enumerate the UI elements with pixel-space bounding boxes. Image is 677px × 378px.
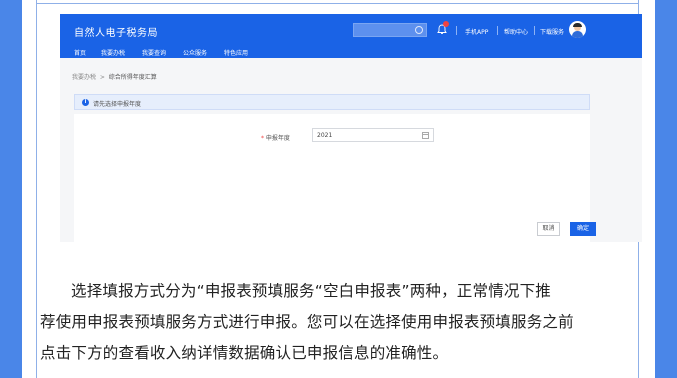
portal-header: 自然人电子税务局 手机APP 帮助中心 下载服务 首页 我要办税 我要查询 公众…: [60, 14, 642, 58]
breadcrumb: 我要办税 > 综合所得年度汇算: [72, 72, 157, 81]
help-center-link[interactable]: 帮助中心: [504, 27, 528, 36]
form-panel: * 申报年度 2021 取消 确定: [74, 114, 596, 242]
breadcrumb-current: 综合所得年度汇算: [108, 74, 157, 81]
confirm-button[interactable]: 确定: [570, 222, 596, 236]
article-paragraph: 选择填报方式分为“申报表预填服务“空白申报表”两种，正常情况下推 荐使用申报表预…: [40, 276, 640, 369]
nav-home[interactable]: 首页: [74, 48, 86, 57]
notice-bar: i 请先选择申报年度: [74, 94, 590, 110]
breadcrumb-parent[interactable]: 我要办税: [72, 74, 96, 81]
year-field-label: * 申报年度: [261, 133, 290, 142]
header-separator: [497, 26, 498, 35]
calendar-icon[interactable]: [422, 132, 429, 139]
download-service-link[interactable]: 下载服务: [540, 27, 564, 36]
paragraph-line: 点击下方的查看收入纳详情数据确认已申报信息的准确性。: [40, 344, 449, 362]
notification-badge: [443, 21, 449, 27]
header-separator: [534, 26, 535, 35]
nav-public-service[interactable]: 公众服务: [183, 48, 207, 57]
mobile-app-link[interactable]: 手机APP: [465, 27, 488, 36]
nav-do-tax[interactable]: 我要办税: [101, 48, 125, 57]
article-top-divider: [36, 0, 639, 4]
left-border-bar: [0, 0, 22, 378]
header-separator: [456, 26, 457, 35]
user-avatar[interactable]: [569, 21, 586, 38]
search-input[interactable]: [353, 23, 427, 37]
required-mark: *: [261, 135, 264, 142]
paragraph-line: 荐使用申报表预填服务方式进行申报。您可以在选择使用申报表预填服务之前: [40, 313, 574, 331]
year-value: 2021: [317, 132, 333, 139]
year-label-text: 申报年度: [265, 135, 290, 142]
avatar-body-shape: [572, 31, 583, 38]
cancel-button[interactable]: 取消: [537, 222, 560, 236]
year-select[interactable]: 2021: [312, 128, 434, 142]
breadcrumb-separator: >: [99, 74, 105, 81]
nav-featured-apps[interactable]: 特色应用: [224, 48, 248, 57]
paragraph-line: 选择填报方式分为“申报表预填服务“空白申报表”两种，正常情况下推: [71, 282, 551, 300]
portal-brand[interactable]: 自然人电子税务局: [74, 24, 158, 39]
notice-text: 请先选择申报年度: [93, 101, 142, 108]
tax-portal-screenshot: 自然人电子税务局 手机APP 帮助中心 下载服务 首页 我要办税 我要查询 公众…: [60, 14, 642, 242]
nav-query[interactable]: 我要查询: [142, 48, 166, 57]
search-icon[interactable]: [415, 26, 423, 34]
info-icon: i: [82, 99, 89, 106]
right-border-bar: [655, 0, 677, 378]
avatar-hair-shape: [573, 23, 582, 27]
